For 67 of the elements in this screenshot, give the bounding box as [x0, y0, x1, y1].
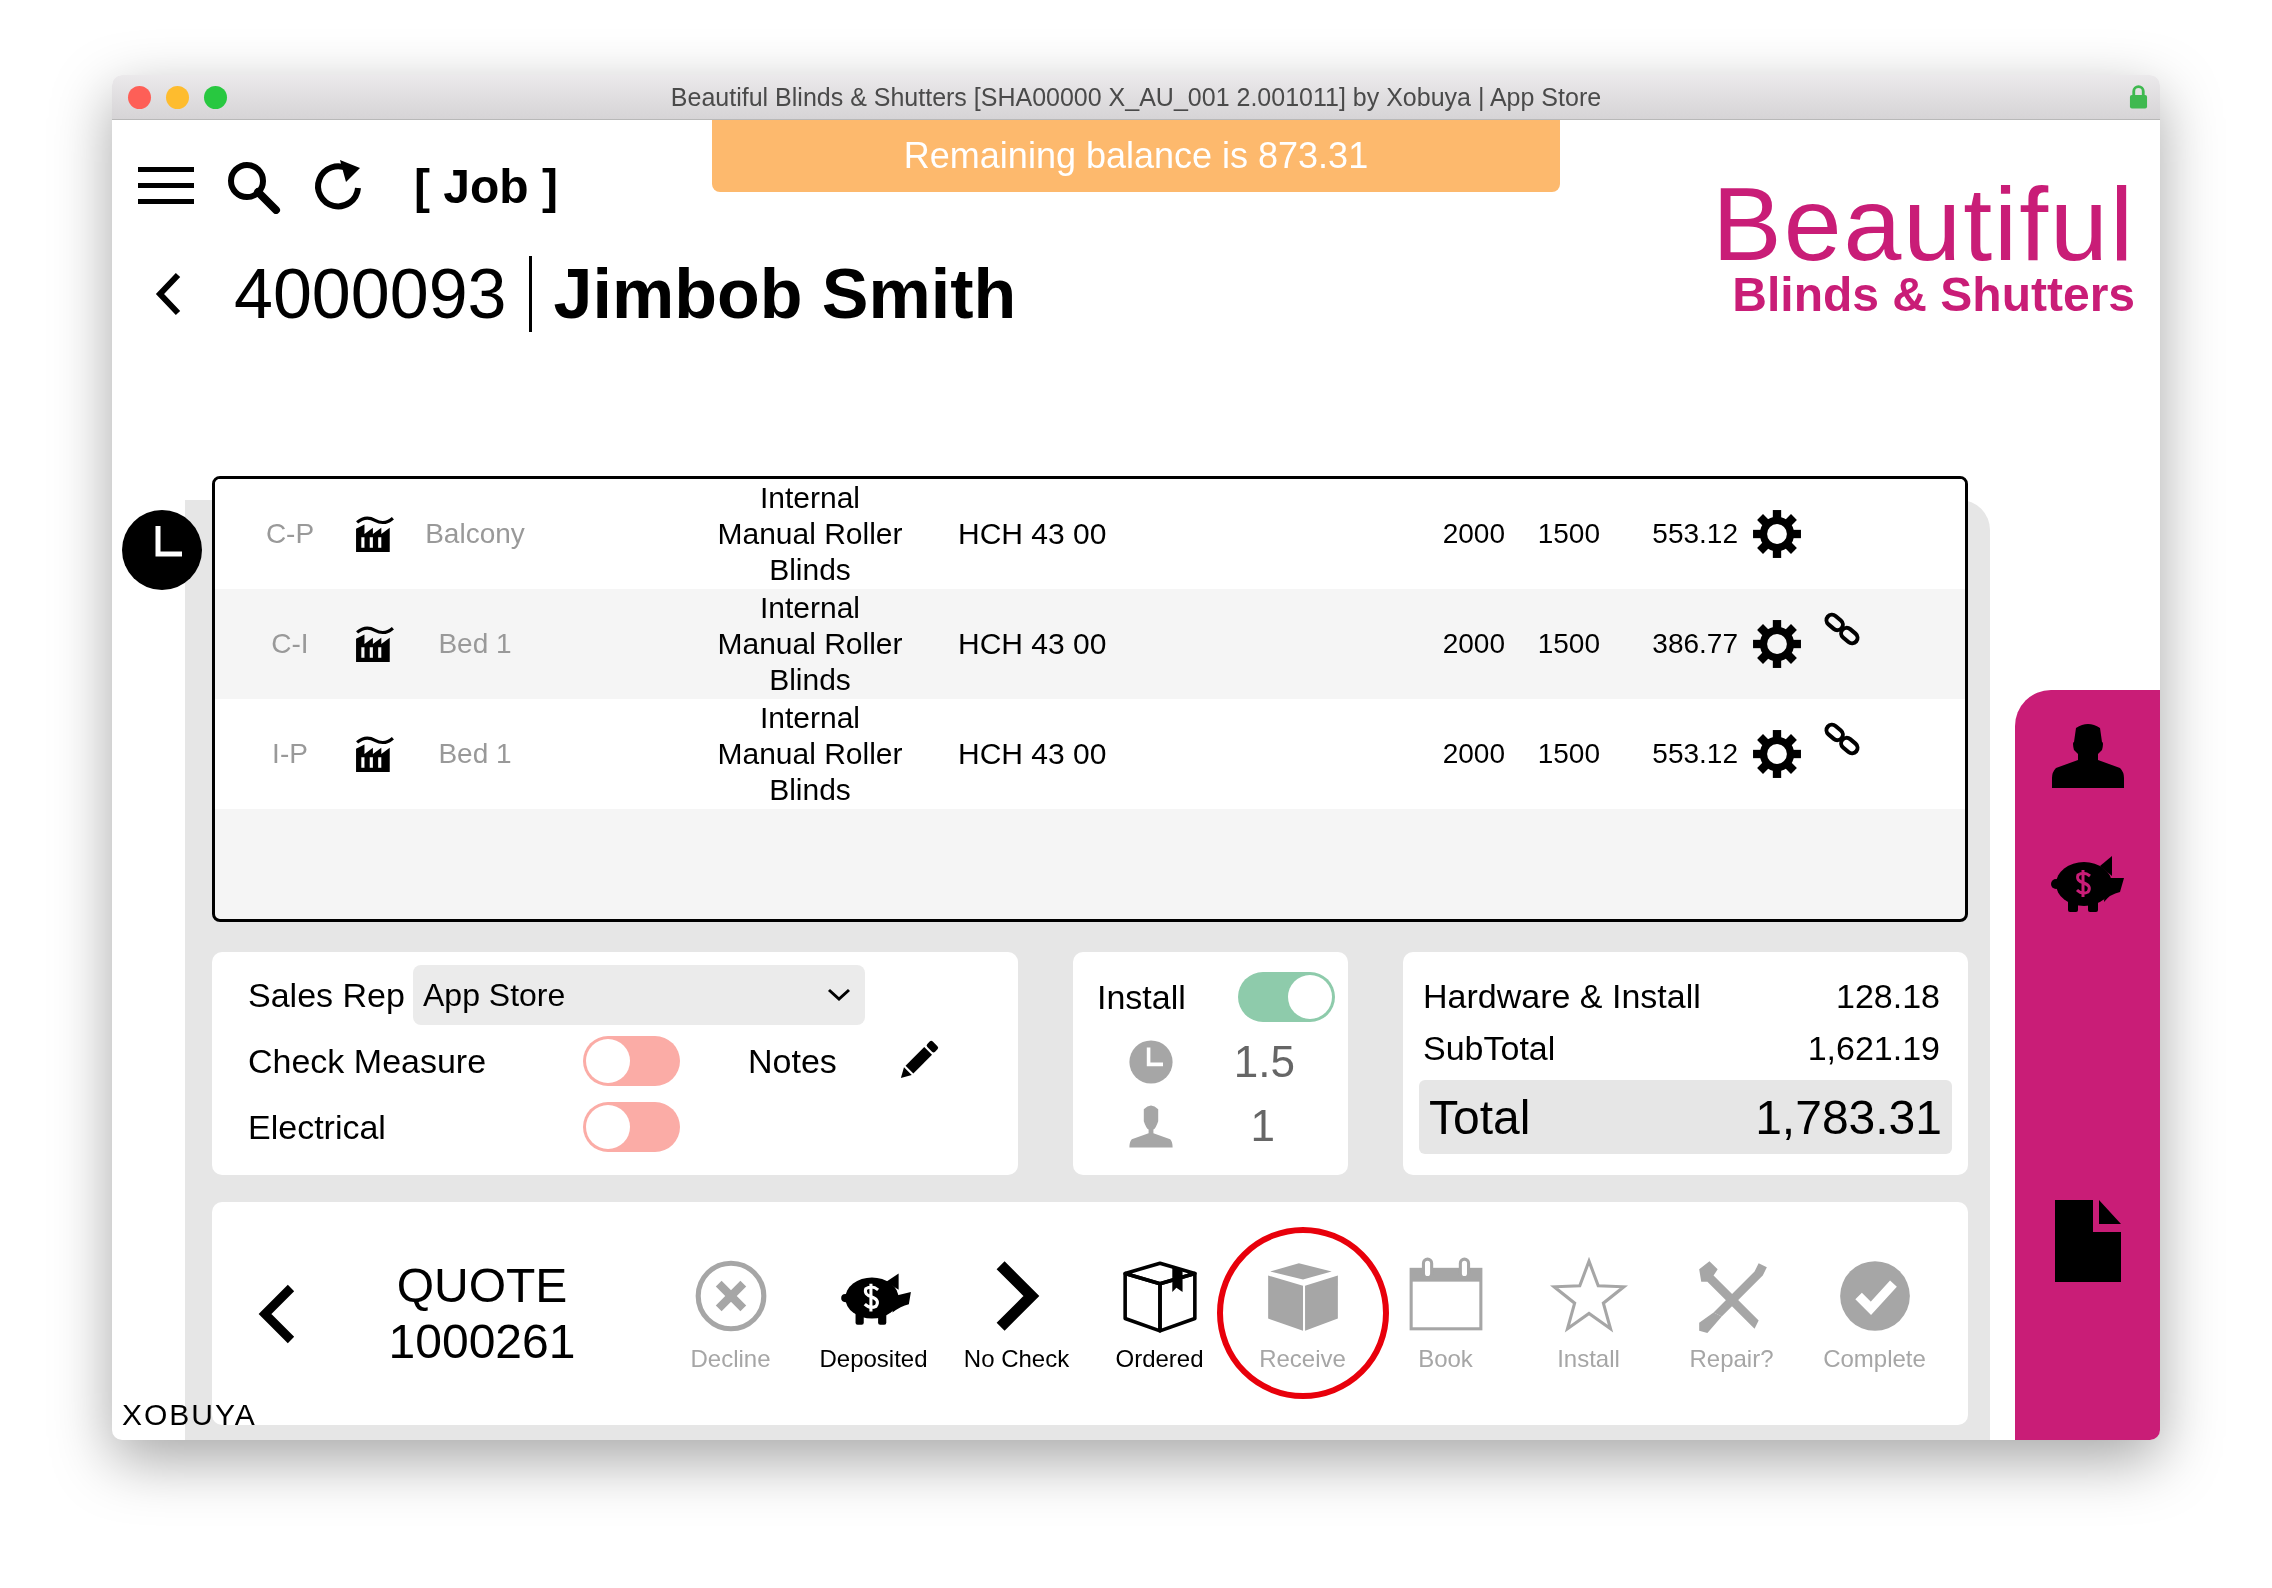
link-icon[interactable] — [1824, 721, 1860, 757]
clock-icon — [1127, 1038, 1175, 1086]
toggle-switch[interactable] — [583, 1102, 680, 1152]
notes-label: Notes — [748, 1041, 838, 1081]
item-row[interactable]: I-P Bed 1 Internal Manual Roller Blinds HCH 43 00 2000 1500 553.12 — [215, 699, 1965, 809]
item-code: I-P — [271, 738, 309, 770]
caret-icon — [827, 988, 851, 1002]
item-code: C-I — [270, 628, 310, 660]
item-drop: 1500 — [1536, 628, 1600, 660]
settings-icon[interactable] — [1752, 509, 1802, 559]
toggle-switch[interactable] — [583, 1036, 680, 1086]
item-price: 386.77 — [1651, 628, 1738, 660]
item-drop: 1500 — [1536, 518, 1600, 550]
total-value: 128.18 — [1836, 976, 1940, 1016]
item-row[interactable]: C-P Balcony Internal Manual Roller Blinds HCH 43 00 2000 1500 553.12 — [215, 479, 1965, 589]
status-step[interactable]: No Check — [945, 1254, 1088, 1373]
install-people: 1 — [1249, 1101, 1275, 1151]
brand-logo: XOBUYA — [122, 1398, 257, 1432]
grand-total-value: 1,783.31 — [1755, 1089, 1942, 1145]
item-fabric: HCH 43 00 — [958, 517, 1108, 551]
item-location: Bed 1 — [437, 628, 513, 660]
status-step[interactable]: Ordered — [1088, 1254, 1231, 1373]
section-label: [ Job ] — [414, 158, 558, 214]
customer-name: Jimbob Smith — [553, 254, 1017, 334]
install-hours: 1.5 — [1232, 1037, 1295, 1087]
balance-banner: Remaining balance is 873.31 — [712, 120, 1560, 192]
item-fabric: HCH 43 00 — [958, 627, 1108, 661]
item-width: 2000 — [1441, 518, 1505, 550]
item-fabric: HCH 43 00 — [958, 737, 1108, 771]
factory-icon — [353, 624, 397, 664]
item-location: Balcony — [424, 518, 526, 550]
item-product: Internal Manual Roller Blinds — [716, 480, 904, 588]
lock-icon — [2129, 84, 2148, 110]
toggle-switch[interactable] — [1237, 972, 1335, 1022]
job-number: 4000093 — [234, 254, 507, 334]
quote-number: 1000261 — [388, 1313, 576, 1370]
item-drop: 1500 — [1536, 738, 1600, 770]
item-price: 553.12 — [1651, 738, 1738, 770]
factory-icon — [353, 514, 397, 554]
toggle-label: Check Measure — [248, 1041, 488, 1081]
factory-icon — [353, 734, 397, 774]
item-code: C-P — [264, 518, 316, 550]
field-label: Sales Rep — [248, 975, 406, 1015]
total-label: Hardware & Install — [1423, 976, 1701, 1016]
item-width: 2000 — [1441, 738, 1505, 770]
item-location: Bed 1 — [437, 738, 513, 770]
total-label: SubTotal — [1423, 1028, 1556, 1068]
logo-title: Beautiful — [1712, 178, 2135, 270]
item-product: Internal Manual Roller Blinds — [716, 700, 904, 808]
logo-subtitle: Blinds & Shutters — [1732, 270, 2135, 320]
back-icon[interactable] — [257, 1283, 297, 1344]
item-price: 553.12 — [1651, 518, 1738, 550]
item-product: Internal Manual Roller Blinds — [716, 590, 904, 698]
settings-icon[interactable] — [1752, 619, 1802, 669]
status-step[interactable]: Deposited — [802, 1254, 945, 1373]
sales-rep-dropdown[interactable]: App Store — [413, 965, 865, 1025]
total-value: 1,621.19 — [1807, 1028, 1940, 1068]
quote-label: QUOTE — [396, 1257, 568, 1314]
clock-icon[interactable] — [122, 510, 202, 590]
link-icon[interactable] — [1824, 611, 1860, 647]
item-width: 2000 — [1441, 628, 1505, 660]
window-title: Beautiful Blinds & Shutters [SHA00000 X_AU_001 2.001011] by Xobuya | App Store — [670, 82, 1602, 112]
install-label: Install — [1097, 977, 1186, 1017]
toggle-label: Electrical — [248, 1107, 387, 1147]
grand-total-label: Total — [1429, 1089, 1531, 1145]
settings-icon[interactable] — [1752, 729, 1802, 779]
document-icon[interactable] — [2052, 1198, 2123, 1284]
